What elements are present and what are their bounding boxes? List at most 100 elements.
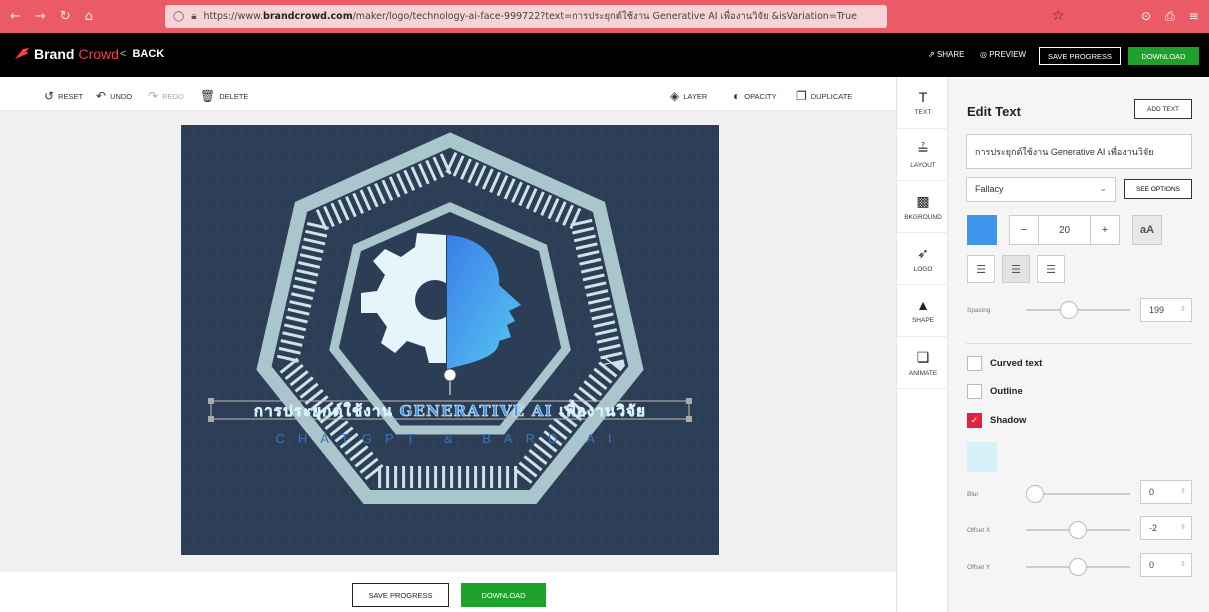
shield-icon: ◯ <box>173 11 185 22</box>
reset-button[interactable]: ↺ RESET <box>44 89 83 103</box>
undo-button[interactable]: ↶ UNDO <box>96 89 132 103</box>
edit-text-panel: Edit Text ADD TEXT การประยุกต์ใช้งาน Gen… <box>948 77 1209 612</box>
url-prefix: https://www. <box>203 11 264 22</box>
checkmark-icon: ✓ <box>970 415 979 426</box>
spacing-value: 199 <box>1149 305 1165 315</box>
browser-right-icons: ⊙ ⎙ ≡ <box>1141 9 1199 24</box>
save-progress-button[interactable]: SAVE PROGRESS <box>352 583 449 607</box>
pocket-icon[interactable]: ⊙ <box>1141 9 1151 24</box>
font-size-decrease-button[interactable]: − <box>1009 215 1039 245</box>
curved-text-label: Curved text <box>990 358 1043 369</box>
menu-icon[interactable]: ≡ <box>1189 9 1199 24</box>
redo-button[interactable]: ↷ REDO <box>148 89 184 103</box>
reload-icon[interactable]: ↻ <box>60 9 71 24</box>
share-button[interactable]: ⇗ SHARE <box>928 50 965 59</box>
duplicate-button[interactable]: ❐ DUPLICATE <box>796 89 852 103</box>
align-center-button[interactable]: ☰ <box>1002 255 1030 283</box>
resize-handle-br[interactable] <box>686 416 692 422</box>
bookmark-star-icon[interactable]: ☆ <box>1052 8 1065 24</box>
font-size-value[interactable]: 20 <box>1038 215 1091 245</box>
back-link[interactable]: < BACK <box>120 48 164 60</box>
browser-toolbar: ← → ↻ ⌂ ◯ 🔒︎ https://www. brandcrowd.com /… <box>0 0 1209 33</box>
preview-button[interactable]: ◎ PREVIEW <box>980 50 1026 59</box>
opacity-label: OPACITY <box>744 91 777 101</box>
layer-label: LAYER <box>683 91 708 101</box>
delete-button[interactable]: 🗑︎ DELETE <box>200 89 248 103</box>
canvas-sub-text[interactable]: CHATGPT & BARD AI <box>275 431 624 446</box>
resize-handle-bl[interactable] <box>208 416 214 422</box>
home-icon[interactable]: ⌂ <box>85 9 93 24</box>
opacity-button[interactable]: ◐ OPACITY <box>733 89 777 103</box>
tab-text-label: TEXT <box>914 109 932 116</box>
shadow-color-swatch[interactable] <box>967 442 997 472</box>
undo-icon: ↶ <box>96 89 107 103</box>
spacing-slider-knob[interactable] <box>1060 301 1078 319</box>
spinner-icon[interactable]: ⇳ <box>1180 523 1186 531</box>
forward-arrow-icon[interactable]: → <box>35 9 46 24</box>
see-options-button[interactable]: SEE OPTIONS <box>1124 179 1192 199</box>
rotate-handle[interactable] <box>443 368 457 382</box>
shadow-checkbox[interactable]: ✓ <box>967 413 982 428</box>
download-button[interactable]: DOWNLOAD <box>461 583 546 607</box>
url-bar[interactable]: ◯ 🔒︎ https://www. brandcrowd.com/maker/lo… <box>165 5 887 28</box>
outline-checkbox[interactable] <box>967 384 982 399</box>
curved-text-checkbox[interactable] <box>967 356 982 371</box>
shadow-label: Shadow <box>990 415 1027 426</box>
text-case-button[interactable]: aA <box>1132 215 1162 245</box>
align-left-button[interactable]: ☰ <box>967 255 995 283</box>
save-progress-button-top[interactable]: SAVE PROGRESS <box>1039 47 1121 65</box>
offset-x-input[interactable]: -2 ⇳ <box>1140 516 1192 540</box>
share-label: SHARE <box>936 50 965 59</box>
shape-icon: ▲ <box>916 297 930 313</box>
spinner-icon[interactable]: ⇳ <box>1180 487 1186 495</box>
lock-icon: 🔒︎ <box>191 11 197 22</box>
brand-bird-icon <box>15 48 29 59</box>
font-select[interactable]: Fallacy ⌄ <box>966 177 1116 202</box>
tab-background[interactable]: ▩ BKGROUND <box>897 181 949 233</box>
brand-logo[interactable]: Brand Crowd <box>14 46 119 62</box>
blur-slider-knob[interactable] <box>1026 485 1044 503</box>
url-path: /maker/logo/technology-ai-face-999722?te… <box>352 11 857 22</box>
text-color-swatch[interactable] <box>967 215 997 245</box>
duplicate-label: DUPLICATE <box>810 91 853 101</box>
tab-logo[interactable]: ➶ LOGO <box>897 233 949 285</box>
spinner-icon[interactable]: ⇳ <box>1180 560 1186 568</box>
brand-name-part1: Brand <box>34 46 75 62</box>
text-content-field[interactable]: การประยุกต์ใช้งาน Generative AI เพื่องาน… <box>966 134 1192 169</box>
url-domain: brandcrowd.com <box>263 11 353 22</box>
layer-button[interactable]: ◈ LAYER <box>670 89 707 103</box>
offset-x-slider-knob[interactable] <box>1069 521 1087 539</box>
add-text-button[interactable]: ADD TEXT <box>1134 99 1192 119</box>
tab-layout[interactable]: ≟ LAYOUT <box>897 129 949 181</box>
align-right-button[interactable]: ☰ <box>1037 255 1065 283</box>
spinner-icon[interactable]: ⇳ <box>1180 305 1186 313</box>
reset-icon: ↺ <box>44 89 55 103</box>
download-button-top[interactable]: DOWNLOAD <box>1128 47 1199 65</box>
background-icon: ▩ <box>916 192 930 209</box>
back-arrow-icon[interactable]: ← <box>10 9 21 24</box>
extensions-icon[interactable]: ⎙ <box>1165 9 1175 24</box>
tab-animate[interactable]: ❏ ANIMATE <box>897 337 949 389</box>
logo-canvas[interactable]: การประยุกต์ใช้งาน GENERATIVE AI เพื่องาน… <box>181 125 719 555</box>
canvas-main-text[interactable]: การประยุกต์ใช้งาน GENERATIVE AI เพื่องาน… <box>254 400 646 422</box>
tab-text[interactable]: T TEXT <box>897 77 949 129</box>
tab-shape[interactable]: ▲ SHAPE <box>897 285 949 337</box>
resize-handle-tr[interactable] <box>686 398 692 404</box>
outline-label: Outline <box>990 386 1023 397</box>
side-tabs: T TEXT ≟ LAYOUT ▩ BKGROUND ➶ LOGO ▲ SHAPE ❏ AN… <box>896 77 949 612</box>
tab-logo-label: LOGO <box>913 265 933 273</box>
layers-icon: ◈ <box>670 89 680 103</box>
spacing-slider-track[interactable] <box>1026 309 1130 311</box>
font-size-increase-button[interactable]: + <box>1090 215 1120 245</box>
offset-y-input[interactable]: 0 ⇳ <box>1140 553 1192 577</box>
blur-value: 0 <box>1149 487 1155 497</box>
spacing-input[interactable]: 199 ⇳ <box>1140 298 1192 322</box>
offset-y-slider-knob[interactable] <box>1069 558 1087 576</box>
blur-input[interactable]: 0 ⇳ <box>1140 480 1192 504</box>
undo-label: UNDO <box>110 91 133 101</box>
offset-y-label: Offset Y <box>967 564 991 571</box>
logo-artwork: การประยุกต์ใช้งาน GENERATIVE AI เพื่องาน… <box>181 125 719 555</box>
resize-handle-tl[interactable] <box>208 398 214 404</box>
duplicate-icon: ❐ <box>796 89 807 103</box>
opacity-icon: ◐ <box>733 89 741 103</box>
